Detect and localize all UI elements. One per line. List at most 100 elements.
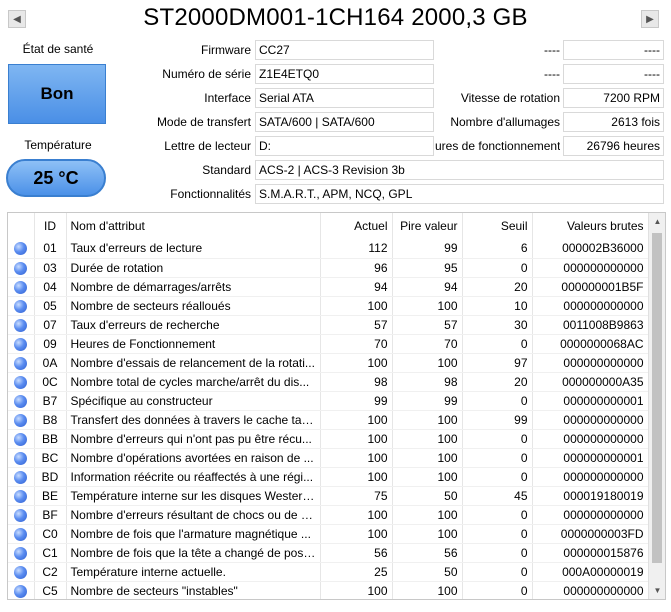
attribute-id-cell: 0C [34,372,67,392]
attribute-name-column-header[interactable]: Nom d'attribut [66,213,321,239]
standard-field: ACS-2 | ACS-3 Revision 3b [255,160,664,180]
raw-value-cell: 000000015876 [532,543,649,563]
blue-status-dot-icon [14,565,28,579]
status-cell [8,505,35,525]
attribute-id-cell: 01 [34,239,67,259]
status-column-header[interactable] [8,213,35,239]
attribute-id-cell: 0A [34,353,67,373]
raw-value-cell: 000000000000 [532,258,649,278]
table-row[interactable]: 07 Taux d'erreurs de recherche 57 57 30 00110… [8,315,649,335]
serial-label: Numéro de série [162,67,251,81]
status-cell [8,315,35,335]
table-row[interactable]: C5 Nombre de secteurs "instables" 100 100 0 0… [8,581,649,599]
attribute-name-cell: Information réécrite ou réaffectés à une… [66,467,321,487]
threshold-cell: 0 [462,505,533,525]
raw-value-cell: 000000000000 [532,467,649,487]
raw-value-cell: 000A00000019 [532,562,649,582]
current-value-cell: 98 [320,372,393,392]
raw-value-cell: 000019180019 [532,486,649,506]
table-row[interactable]: 09 Heures de Fonctionnement 70 70 0 000000006… [8,334,649,354]
table-row[interactable]: BD Information réécrite ou réaffectés à u… [8,467,649,487]
blue-status-dot-icon [14,527,28,541]
drive-letter-field: D: [255,136,434,156]
current-value-cell: 70 [320,334,393,354]
attribute-id-cell: C5 [34,581,67,599]
current-value-cell: 100 [320,524,393,544]
table-row[interactable]: B8 Transfert des données à travers le cac… [8,410,649,430]
threshold-cell: 0 [462,543,533,563]
transfer-mode-label: Mode de transfert [156,115,251,129]
table-row[interactable]: 05 Nombre de secteurs réalloués 100 100 10 00… [8,296,649,316]
unknown-label-1: ---- [544,43,560,57]
current-value-cell: 112 [320,239,393,259]
attribute-name-cell: Nombre d'essais de relancement de la rot… [66,353,321,373]
attribute-name-cell: Spécifique au constructeur [66,391,321,411]
raw-value-cell: 0000000068AC [532,334,649,354]
current-value-cell: 100 [320,467,393,487]
table-scrollbar[interactable]: ▲ ▼ [648,213,665,599]
power-on-hours-label: ures de fonctionnement [435,139,560,153]
attribute-id-cell: B7 [34,391,67,411]
table-row[interactable]: BE Température interne sur les disques We… [8,486,649,506]
health-label: État de santé [22,42,94,56]
worst-value-cell: 57 [392,315,463,335]
threshold-cell: 0 [462,391,533,411]
table-row[interactable]: C2 Température interne actuelle. 25 50 0 000A… [8,562,649,582]
table-row[interactable]: 03 Durée de rotation 96 95 0 000000000000 [8,258,649,278]
worst-value-cell: 50 [392,562,463,582]
status-cell [8,524,35,544]
attribute-name-cell: Température interne actuelle. [66,562,321,582]
blue-status-dot-icon [14,337,28,351]
attribute-name-cell: Taux d'erreurs de recherche [66,315,321,335]
table-row[interactable]: C0 Nombre de fois que l'armature magnétiq… [8,524,649,544]
temperature-badge[interactable]: 25 °C [6,159,106,197]
current-value-cell: 25 [320,562,393,582]
rotation-speed-label: Vitesse de rotation [460,91,560,105]
health-status-button[interactable]: Bon [8,64,106,124]
current-value-cell: 94 [320,277,393,297]
blue-status-dot-icon [14,584,28,598]
scroll-up-arrow-icon[interactable]: ▲ [649,213,665,230]
raw-value-cell: 000000000000 [532,581,649,599]
worst-value-cell: 100 [392,524,463,544]
blue-status-dot-icon [14,489,28,503]
current-value-cell: 99 [320,391,393,411]
attribute-name-cell: Nombre de secteurs "instables" [66,581,321,599]
status-cell [8,543,35,563]
raw-value-cell: 000000000001 [532,448,649,468]
current-value-cell: 100 [320,353,393,373]
disk-title: ST2000DM001-1CH164 2000,3 GB [143,4,528,31]
current-value-cell: 100 [320,581,393,599]
table-row[interactable]: BB Nombre d'erreurs qui n'ont pas pu être… [8,429,649,449]
current-value-cell: 75 [320,486,393,506]
next-disk-button[interactable]: ▶ [641,10,659,28]
threshold-column-header[interactable]: Seuil [462,213,533,239]
table-row[interactable]: 0A Nombre d'essais de relancement de la r… [8,353,649,373]
table-row[interactable]: B7 Spécifique au constructeur 99 99 0 0000000… [8,391,649,411]
status-cell [8,448,35,468]
raw-value-cell: 000000000000 [532,296,649,316]
worst-column-header[interactable]: Pire valeur [392,213,463,239]
table-row[interactable]: 01 Taux d'erreurs de lecture 112 99 6 000002B… [8,239,649,259]
raw-value-cell: 0000000003FD [532,524,649,544]
blue-status-dot-icon [14,546,28,560]
blue-status-dot-icon [14,432,28,446]
raw-values-column-header[interactable]: Valeurs brutes [532,213,649,239]
table-row[interactable]: BC Nombre d'opérations avortées en raison… [8,448,649,468]
scroll-down-arrow-icon[interactable]: ▼ [649,582,665,599]
attribute-name-cell: Taux d'erreurs de lecture [66,239,321,259]
worst-value-cell: 50 [392,486,463,506]
current-column-header[interactable]: Actuel [320,213,393,239]
table-row[interactable]: 04 Nombre de démarrages/arrêts 94 94 20 00000… [8,277,649,297]
attribute-id-cell: 04 [34,277,67,297]
threshold-cell: 99 [462,410,533,430]
scrollbar-thumb[interactable] [652,233,662,563]
table-row[interactable]: BF Nombre d'erreurs résultant de chocs ou… [8,505,649,525]
status-cell [8,334,35,354]
status-cell [8,258,35,278]
table-row[interactable]: C1 Nombre de fois que la tête a changé de… [8,543,649,563]
table-row[interactable]: 0C Nombre total de cycles marche/arrêt du… [8,372,649,392]
smart-attributes-table[interactable]: ID Nom d'attribut Actuel Pire valeur Seu… [7,212,666,600]
status-cell [8,429,35,449]
id-column-header[interactable]: ID [34,213,67,239]
